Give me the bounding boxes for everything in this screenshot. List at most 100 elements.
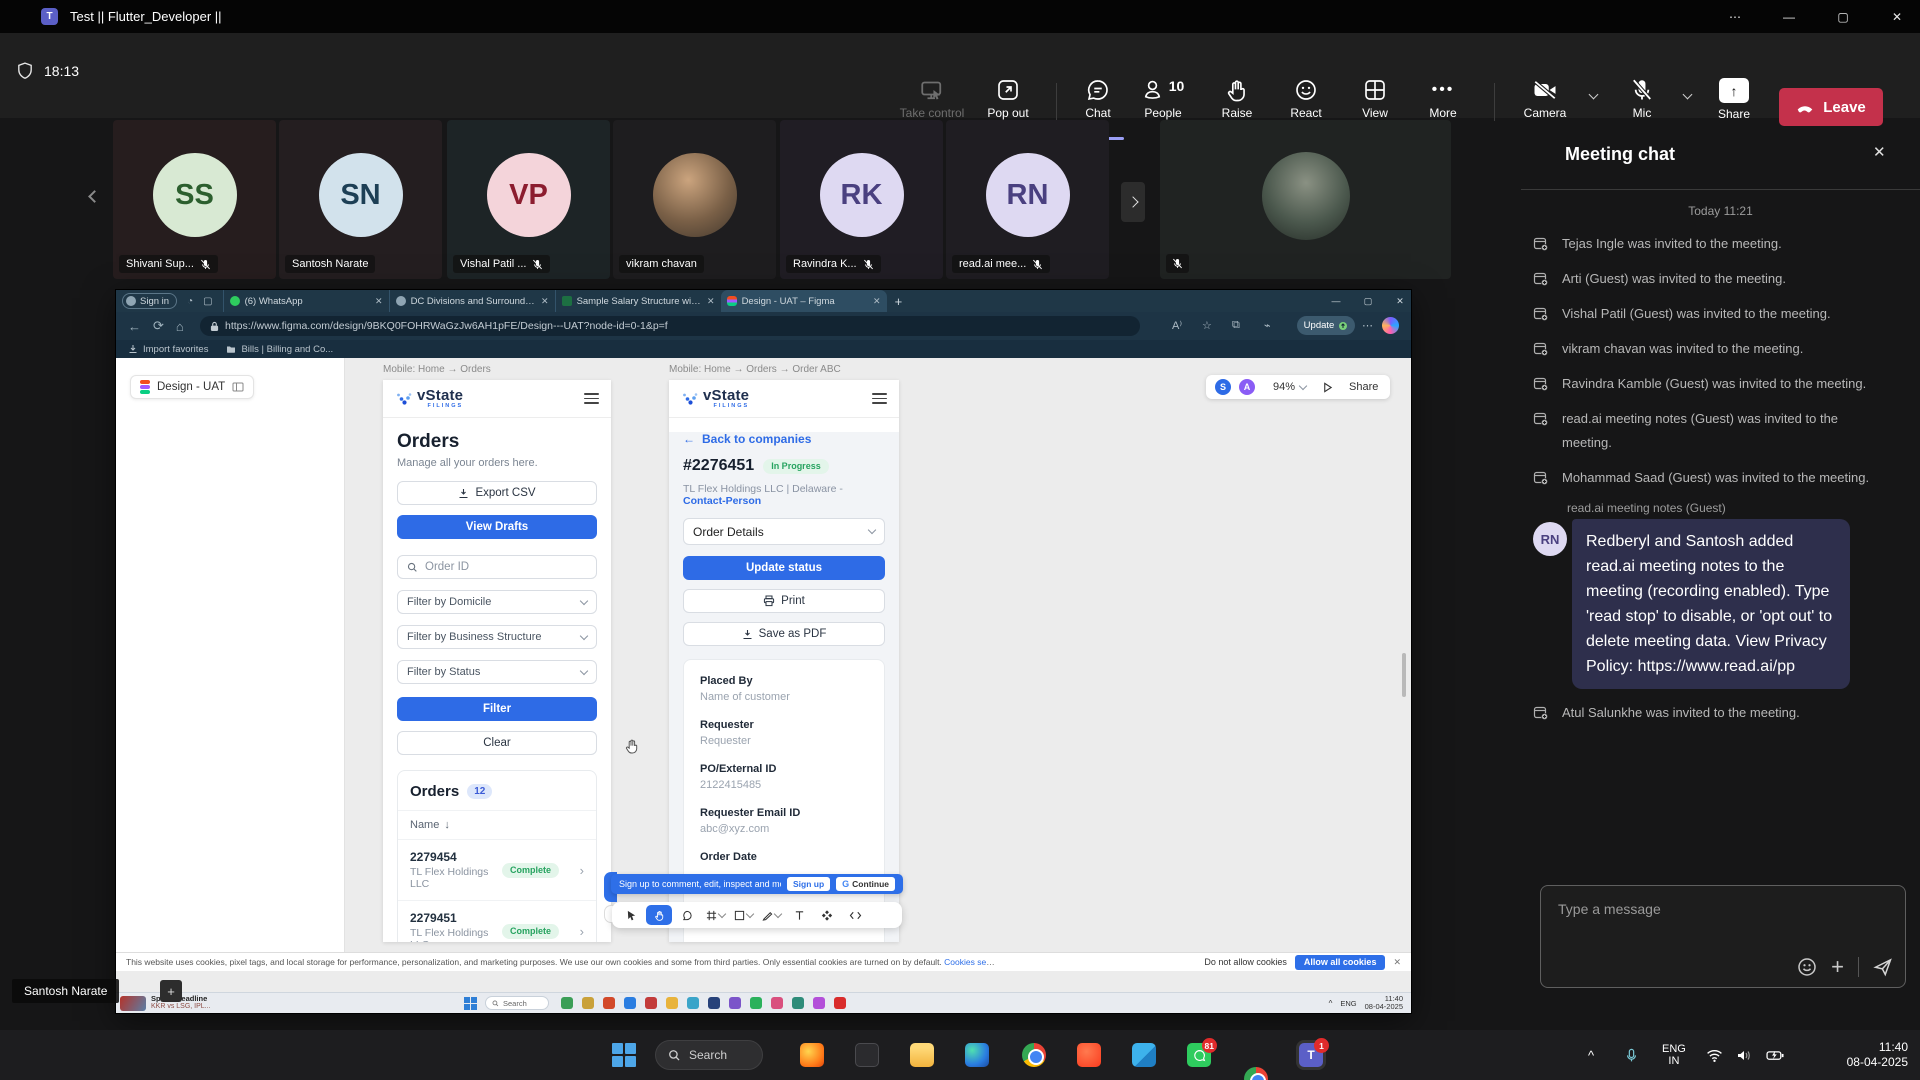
people-button[interactable]: 10 People (1128, 78, 1198, 120)
update-status-button[interactable]: Update status (683, 556, 885, 580)
workspaces-icon[interactable]: ◔ (187, 296, 193, 307)
column-name-header[interactable]: Name (410, 819, 439, 831)
taskbar-app-icon[interactable] (792, 997, 804, 1009)
chat-panel-close-button[interactable]: ✕ (1873, 143, 1886, 161)
inner-search-box[interactable]: Search (485, 996, 549, 1010)
edge-icon[interactable] (965, 1043, 989, 1067)
export-csv-button[interactable]: Export CSV (397, 481, 597, 505)
chrome-icon[interactable] (1022, 1043, 1046, 1067)
taskbar-clock[interactable]: 11:4008-04-2025 (1812, 1030, 1908, 1080)
camera-button[interactable]: Camera (1514, 78, 1576, 120)
tray-chevron-up[interactable]: ^ (1588, 1030, 1594, 1080)
zoom-select[interactable]: 94% (1273, 381, 1306, 393)
participant-tile[interactable]: SS Shivani Sup... (113, 120, 276, 279)
filter-structure-select[interactable]: Filter by Business Structure (397, 625, 597, 649)
dev-mode-button[interactable] (842, 905, 868, 925)
chat-message-list[interactable]: Today 11:21 Tejas Ingle was invited to t… (1533, 204, 1908, 736)
new-tab-button[interactable]: + (895, 294, 903, 309)
file-explorer-icon[interactable] (910, 1043, 934, 1067)
language-indicator[interactable]: ENGIN (1662, 1030, 1686, 1080)
taskbar-app-icon[interactable] (561, 997, 573, 1009)
clear-button[interactable]: Clear (397, 731, 597, 755)
resources-tool-button[interactable] (814, 905, 840, 925)
taskbar-app-icon[interactable] (666, 997, 678, 1009)
sort-arrow-icon[interactable]: ↓ (444, 819, 450, 831)
window-maximize-button[interactable]: ▢ (1820, 0, 1866, 33)
filter-domicile-select[interactable]: Filter by Domicile (397, 590, 597, 614)
participant-tile[interactable]: SN Santosh Narate (279, 120, 442, 279)
copilot-icon[interactable] (1382, 317, 1399, 334)
taskbar-app-icon[interactable] (750, 997, 762, 1009)
back-to-companies-link[interactable]: ← Back to companies (683, 432, 885, 446)
camera-options-chevron-icon[interactable] (1589, 90, 1599, 100)
react-button[interactable]: React (1276, 78, 1336, 120)
participant-tile[interactable]: RN read.ai mee... (946, 120, 1109, 279)
import-favorites-button[interactable]: Import favorites (128, 344, 208, 355)
browser-profile-button[interactable]: Sign in (122, 293, 177, 309)
tab-whatsapp[interactable]: (6) WhatsApp✕ (223, 290, 389, 312)
pop-out-button[interactable]: Pop out (978, 78, 1038, 120)
share-button[interactable]: ↑ Share (1706, 78, 1762, 121)
figma-doc-pill[interactable]: Design - UAT (130, 375, 254, 399)
window-more-button[interactable]: ⋯ (1712, 0, 1758, 33)
window-minimize-button[interactable]: — (1766, 0, 1812, 33)
collections-icon[interactable]: ⧉ (1232, 319, 1240, 332)
view-button[interactable]: View (1346, 78, 1404, 120)
brave-icon[interactable] (1077, 1043, 1101, 1067)
teams-taskbar-icon[interactable]: T 1 (1299, 1043, 1323, 1067)
shape-tool-button[interactable] (730, 905, 756, 925)
frame-label[interactable]: Mobile: Home → Orders → Order ABC (669, 364, 841, 375)
browser-maximize-button[interactable]: ▢ (1353, 290, 1383, 312)
mic-options-chevron-icon[interactable] (1683, 90, 1693, 100)
taskbar-app-icon[interactable] (687, 997, 699, 1009)
start-button[interactable] (612, 1043, 636, 1067)
favorite-star-icon[interactable]: ☆ (1202, 319, 1212, 332)
strip-scroll-right-button[interactable] (1121, 182, 1145, 222)
browser-refresh-icon[interactable]: ⟳ (153, 318, 164, 334)
volume-icon[interactable] (1736, 1030, 1752, 1080)
text-tool-button[interactable] (786, 905, 812, 925)
figma-frame-order-detail[interactable]: vState FILINGS ← Back to companies #2276… (669, 380, 899, 942)
browser-back-icon[interactable]: ← (128, 319, 141, 334)
order-id-search-input[interactable]: Order ID (397, 555, 597, 579)
taskbar-search[interactable]: Search (655, 1040, 763, 1070)
filter-button[interactable]: Filter (397, 697, 597, 721)
hamburger-menu-icon[interactable] (584, 393, 599, 404)
wifi-icon[interactable] (1706, 1030, 1723, 1080)
hand-tool-button[interactable] (646, 905, 672, 925)
comment-tool-button[interactable] (674, 905, 700, 925)
bookmark-bills-button[interactable]: Bills | Billing and Co... (226, 344, 333, 355)
tray-mic-icon[interactable] (1624, 1030, 1639, 1080)
canvas-scrollbar[interactable] (1402, 653, 1406, 697)
browser-close-button[interactable]: ✕ (1385, 290, 1415, 312)
battery-icon[interactable] (1766, 1030, 1785, 1080)
taskbar-app-icon[interactable] (834, 997, 846, 1009)
print-button[interactable]: Print (683, 589, 885, 613)
order-details-select[interactable]: Order Details (683, 518, 885, 545)
tab-close-icon[interactable]: ✕ (707, 296, 715, 307)
tab-salary-sheet[interactable]: Sample Salary Structure with calc✕ (555, 290, 721, 312)
taskbar-app-icon[interactable] (582, 997, 594, 1009)
hamburger-menu-icon[interactable] (872, 393, 887, 404)
tab-actions-icon[interactable]: ▢ (203, 296, 212, 307)
taskbar-app-icon[interactable] (729, 997, 741, 1009)
attach-plus-icon[interactable]: + (1831, 957, 1844, 977)
participant-tile[interactable]: RK Ravindra K... (780, 120, 943, 279)
save-as-pdf-button[interactable]: Save as PDF (683, 622, 885, 646)
tab-close-icon[interactable]: ✕ (375, 296, 383, 307)
figma-canvas[interactable]: Design - UAT Mobile: Home → Orders vStat… (116, 358, 1411, 1013)
figma-share-button[interactable]: Share (1349, 381, 1378, 393)
filter-status-select[interactable]: Filter by Status (397, 660, 597, 684)
strip-scroll-left-icon[interactable] (88, 190, 101, 203)
window-close-button[interactable]: ✕ (1874, 0, 1920, 33)
raise-hand-button[interactable]: Raise (1208, 78, 1266, 120)
news-widget[interactable]: Sports headline KKR vs LSG, IPL... (116, 995, 286, 1011)
taskbar-app-icon[interactable] (771, 997, 783, 1009)
participant-tile[interactable]: vikram chavan (613, 120, 776, 279)
collaborator-avatar[interactable]: A (1239, 379, 1255, 395)
chat-button[interactable]: Chat (1068, 78, 1128, 120)
firefox-icon[interactable] (800, 1043, 824, 1067)
tab-close-icon[interactable]: ✕ (873, 296, 881, 307)
chat-message-input[interactable]: Type a message + (1540, 885, 1906, 988)
contact-person-link[interactable]: Contact-Person (683, 495, 761, 507)
